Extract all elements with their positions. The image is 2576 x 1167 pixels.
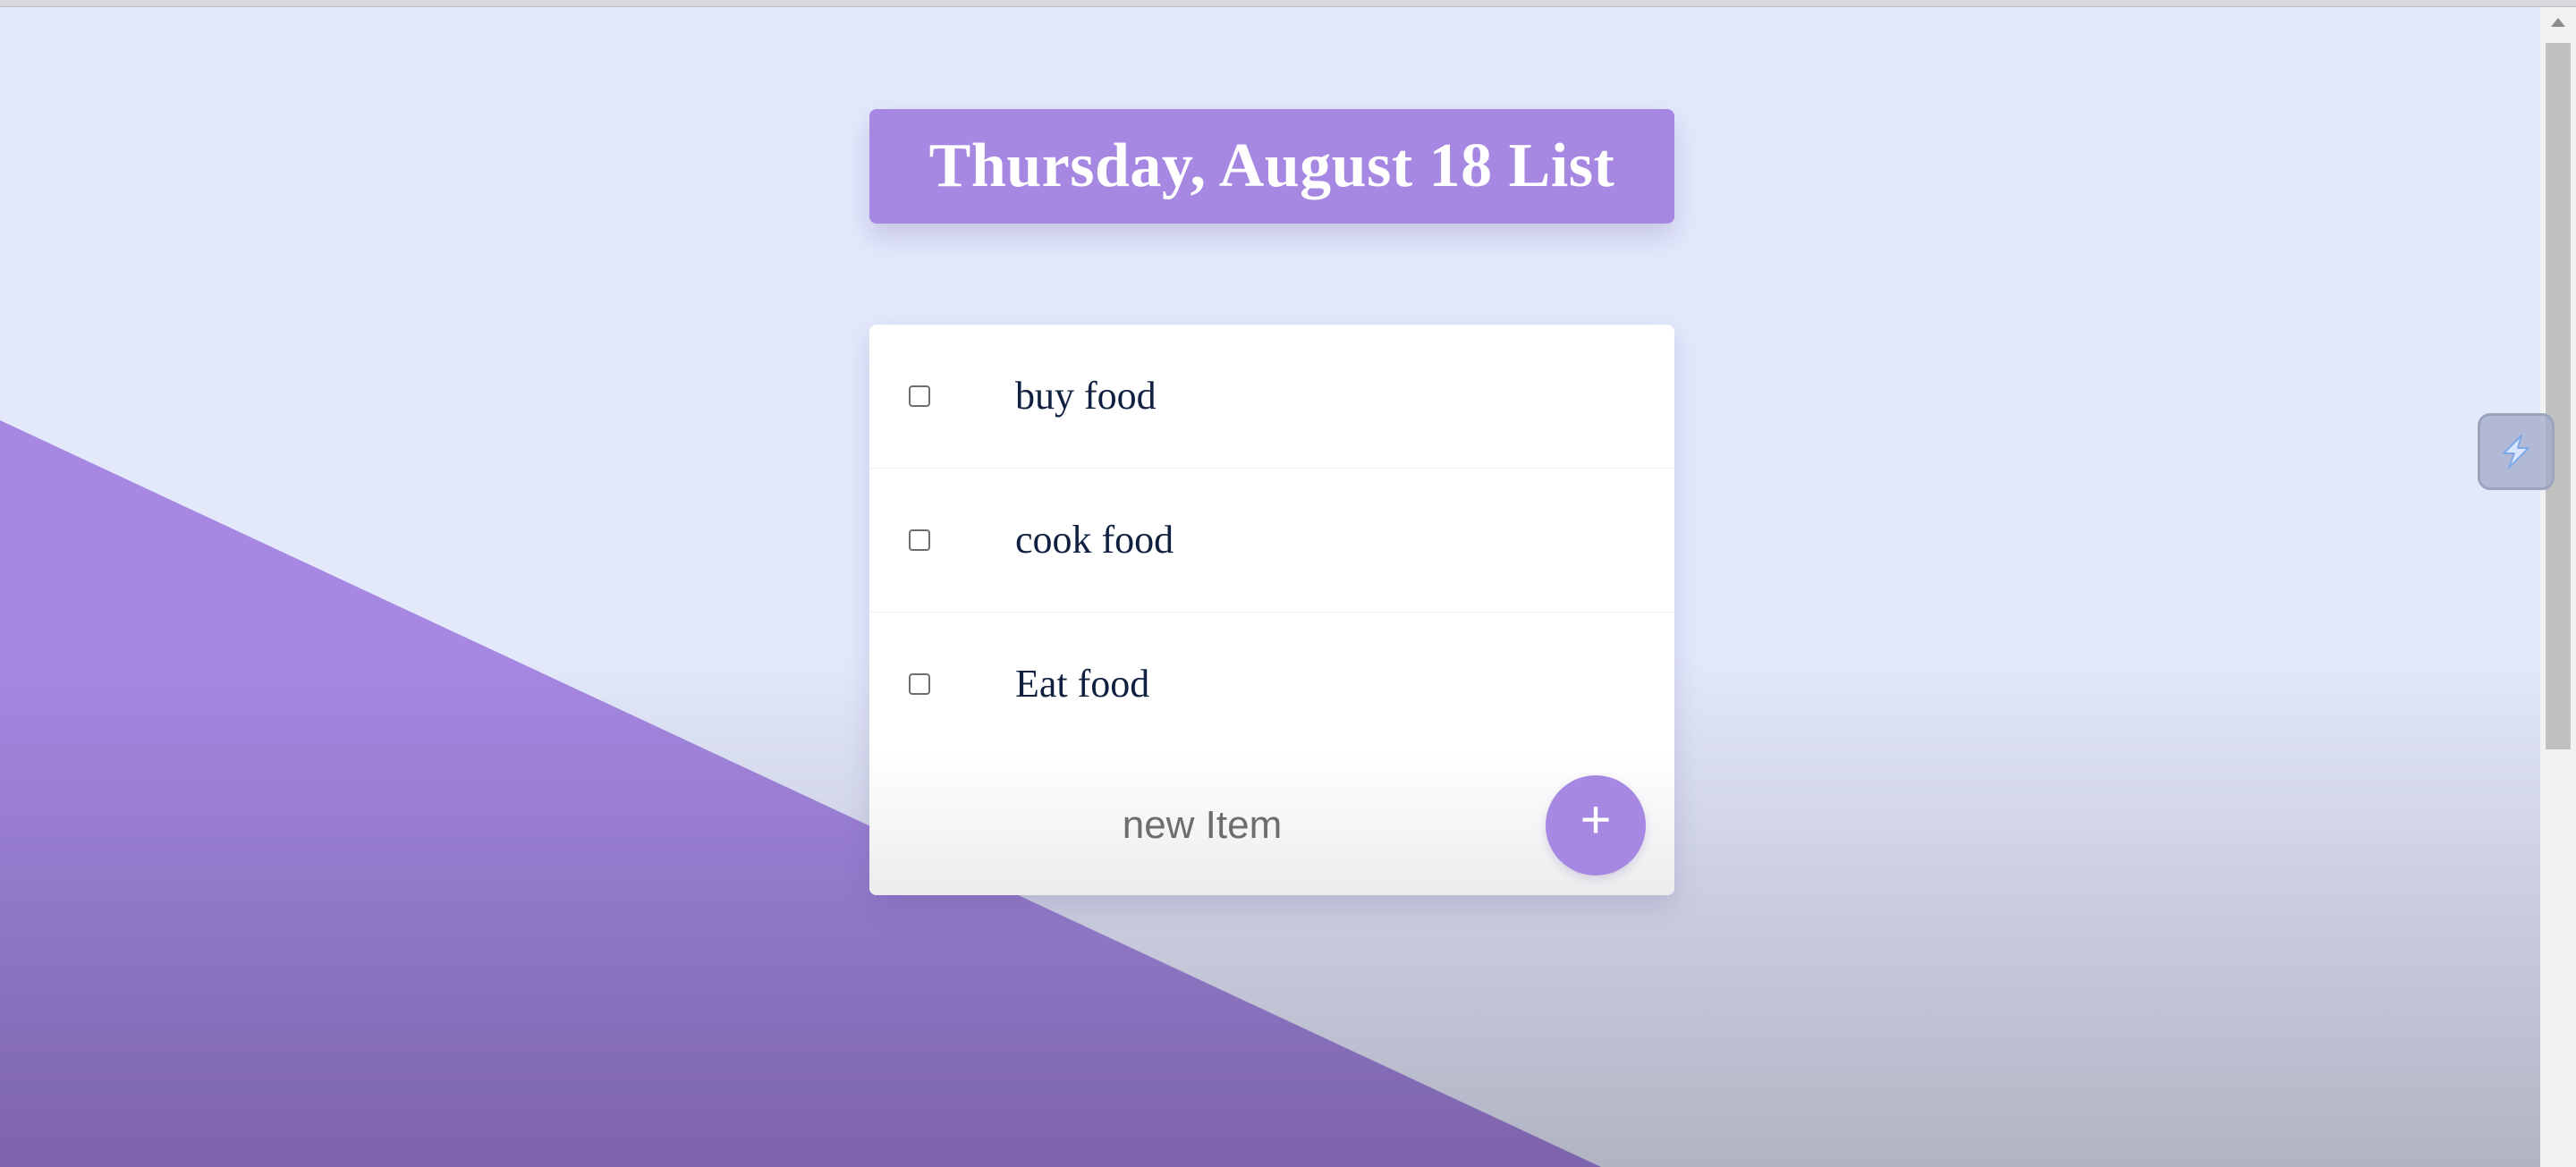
browser-top-edge <box>0 0 2576 7</box>
add-item-button[interactable]: + <box>1546 775 1646 875</box>
new-item-input[interactable] <box>941 793 1463 858</box>
todo-list-card: buy food cook food Eat food + <box>869 325 1674 895</box>
todo-item-checkbox[interactable] <box>909 529 930 551</box>
todo-item-label: Eat food <box>1015 662 1150 706</box>
vertical-scrollbar[interactable] <box>2540 7 2576 1167</box>
todo-item: Eat food <box>869 613 1674 757</box>
extension-bolt-icon[interactable] <box>2478 413 2555 490</box>
todo-item-checkbox[interactable] <box>909 673 930 695</box>
scroll-up-arrow-icon[interactable] <box>2551 18 2565 27</box>
heading-box: Thursday, August 18 List <box>869 109 1674 224</box>
todo-item-checkbox[interactable] <box>909 385 930 407</box>
todo-item: cook food <box>869 469 1674 613</box>
page-viewport: Thursday, August 18 List buy food cook f… <box>0 7 2540 1167</box>
bolt-icon <box>2503 435 2529 469</box>
new-item-form: + <box>869 754 1674 895</box>
todo-item-label: buy food <box>1015 374 1157 418</box>
scrollbar-thumb[interactable] <box>2546 43 2571 749</box>
todo-item: buy food <box>869 325 1674 469</box>
page-title: Thursday, August 18 List <box>928 131 1615 200</box>
todo-item-label: cook food <box>1015 518 1174 562</box>
